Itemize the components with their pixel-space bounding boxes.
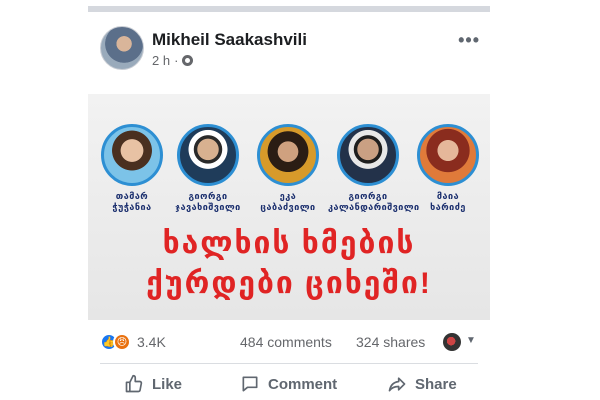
- person-name: მაია ხარიძე: [430, 191, 466, 212]
- person-portrait: [177, 124, 239, 186]
- author-name[interactable]: Mikheil Saakashvili: [152, 30, 307, 50]
- person-name: თამარ ჭუჭანია: [112, 191, 152, 212]
- comments-count[interactable]: 484 comments: [240, 334, 332, 350]
- person-card: გიორგი ჯავახიშვილი: [168, 124, 248, 213]
- post-image[interactable]: თამარ ჭუჭანია გიორგი ჯავახიშვილი ეკა ცაბ…: [88, 94, 490, 320]
- share-arrow-icon: [388, 377, 406, 392]
- like-button[interactable]: Like: [124, 374, 182, 394]
- person-portrait: [257, 124, 319, 186]
- post-header: Mikheil Saakashvili 2 h · •••: [100, 26, 490, 76]
- reaction-count: 3.4K: [137, 334, 166, 350]
- reactions-summary[interactable]: 👍 😠 3.4K: [100, 333, 166, 351]
- post-actions: Like Comment Share: [100, 372, 478, 400]
- person-portrait: [417, 124, 479, 186]
- caret-down-icon[interactable]: ▼: [466, 335, 476, 346]
- share-button[interactable]: Share: [387, 374, 457, 394]
- person-card: მაია ხარიძე: [408, 124, 488, 213]
- post-time[interactable]: 2 h: [152, 53, 170, 68]
- viewer-avatar[interactable]: [443, 333, 461, 351]
- person-card: თამარ ჭუჭანია: [92, 124, 172, 213]
- comment-button[interactable]: Comment: [240, 374, 337, 394]
- angry-face-icon: 😠: [113, 333, 131, 351]
- slogan-line-1: ხალხის ხმების: [162, 227, 416, 260]
- more-options-icon[interactable]: •••: [458, 30, 480, 51]
- author-avatar[interactable]: [100, 26, 144, 70]
- actions-divider: [100, 363, 478, 364]
- like-label: Like: [152, 375, 183, 393]
- comment-label: Comment: [268, 375, 338, 393]
- engagement-bar: 👍 😠 3.4K 484 comments 324 shares ▼: [100, 332, 478, 354]
- person-card: გიორგი კალანდარიშვილი: [328, 124, 420, 213]
- share-label: Share: [415, 375, 457, 393]
- post-meta: 2 h ·: [152, 53, 194, 68]
- person-name: ეკა ცაბაძვილი: [260, 191, 316, 212]
- gear-icon[interactable]: [182, 55, 194, 66]
- feed-divider: [88, 6, 490, 12]
- person-card: ეკა ცაბაძვილი: [248, 124, 328, 213]
- person-portrait: [101, 124, 163, 186]
- thumbs-up-icon: [125, 374, 143, 393]
- person-portrait: [337, 124, 399, 186]
- person-name: გიორგი კალანდარიშვილი: [328, 191, 420, 212]
- shares-count[interactable]: 324 shares: [356, 334, 425, 350]
- person-name: გიორგი ჯავახიშვილი: [175, 191, 241, 212]
- speech-bubble-icon: [242, 376, 258, 392]
- slogan-line-2: ქურდები ციხეში!: [146, 267, 432, 300]
